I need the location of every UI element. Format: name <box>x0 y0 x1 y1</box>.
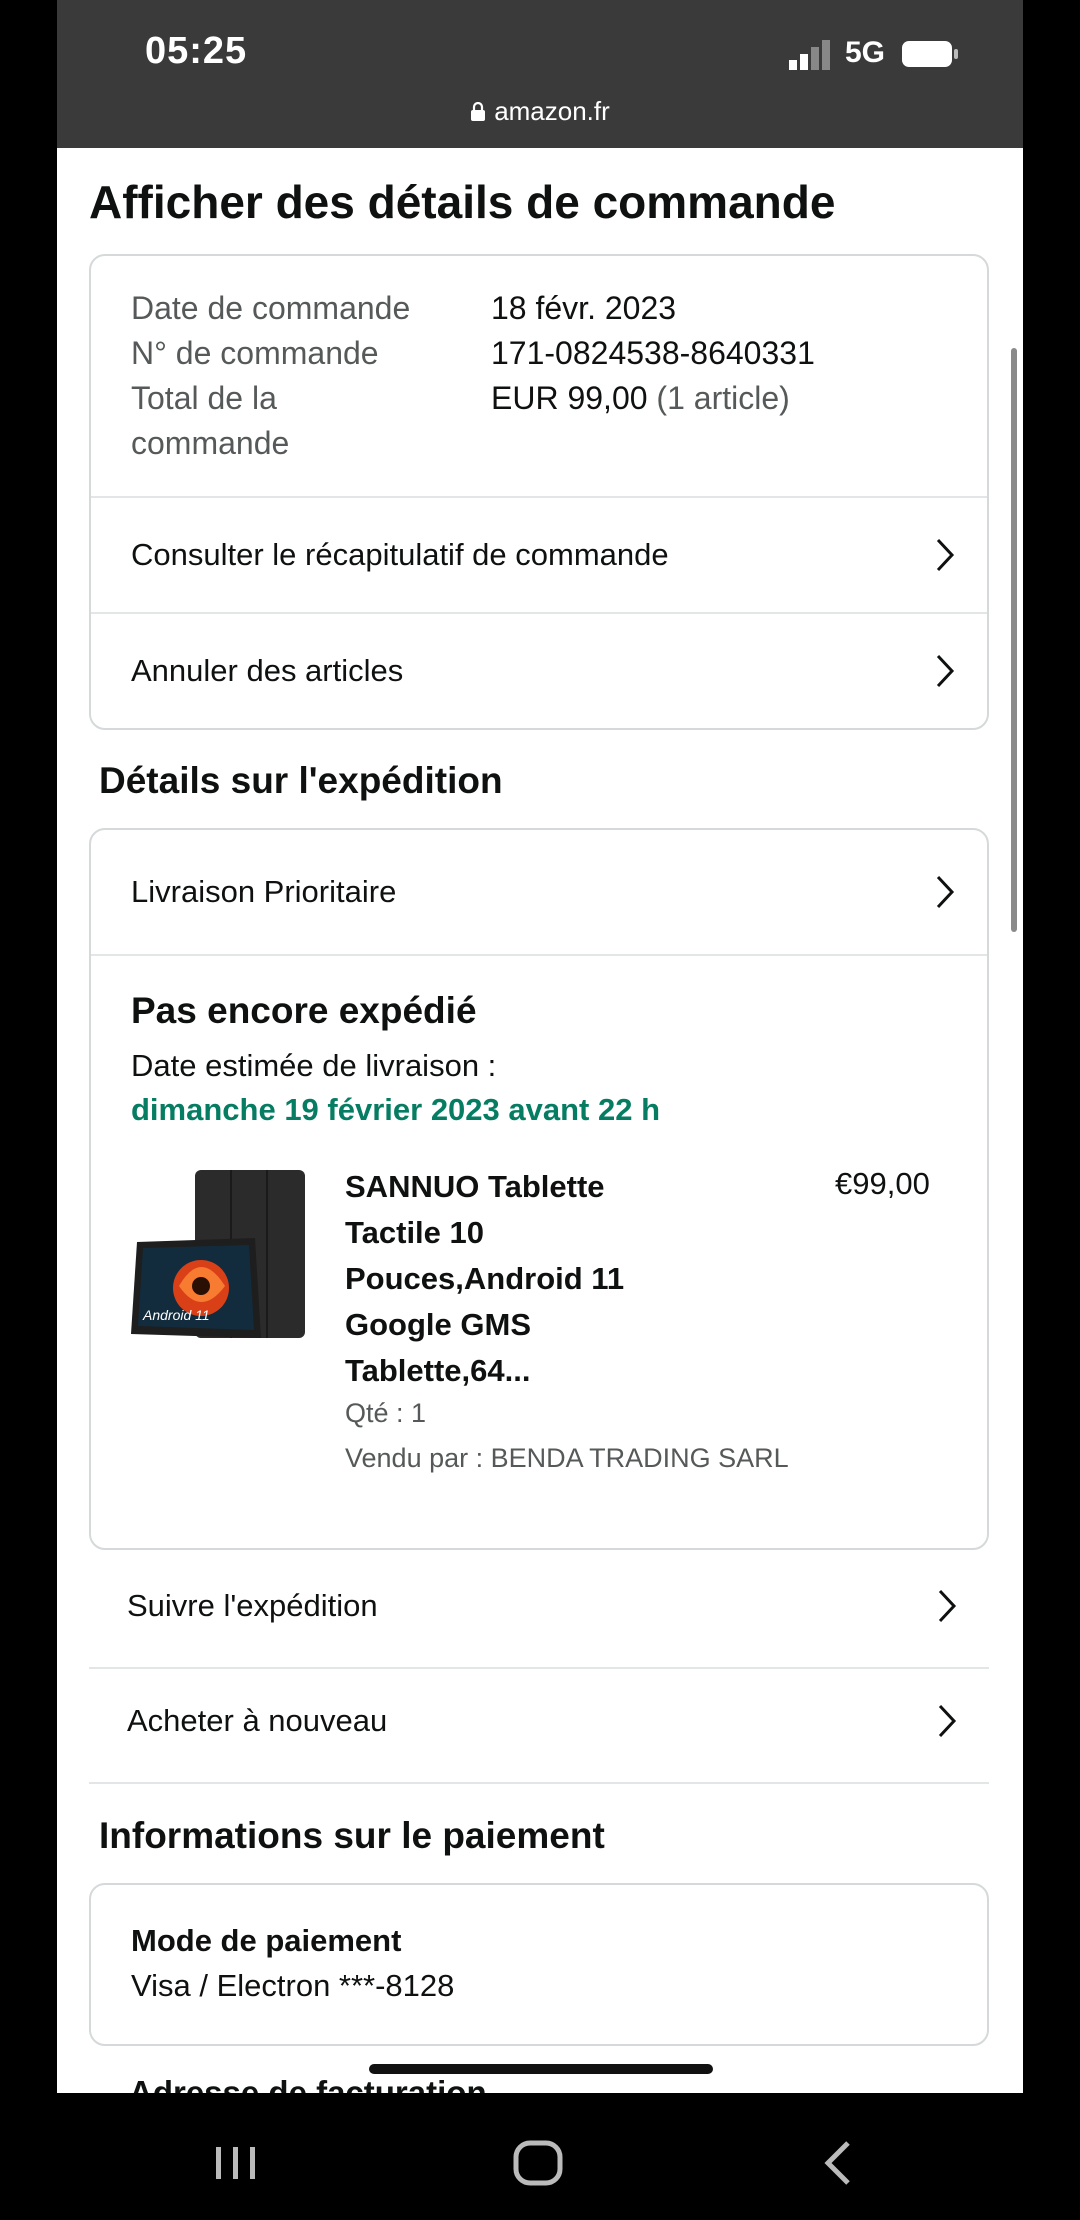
shipping-section-title: Détails sur l'expédition <box>99 760 503 801</box>
product-title-line: Google GMS <box>345 1307 531 1342</box>
recent-apps-icon[interactable] <box>206 2133 266 2193</box>
android-nav-bar <box>0 2093 1080 2220</box>
cancel-items-link[interactable]: Annuler des articles <box>91 614 987 728</box>
order-total-items: (1 article) <box>656 380 790 416</box>
view-order-summary-link[interactable]: Consulter le récapitulatif de commande <box>91 498 987 612</box>
product-image[interactable]: Android 11 <box>129 1168 309 1343</box>
order-total-amount: EUR 99,00 <box>491 380 648 416</box>
payment-card: Mode de paiement Visa / Electron ***-812… <box>89 1883 989 2046</box>
product-quantity: Qté : 1 <box>345 1398 427 1428</box>
order-summary-card: Date de commande 18 févr. 2023 N° de com… <box>89 254 989 730</box>
address-bar[interactable]: amazon.fr <box>57 96 1023 127</box>
divider <box>89 1782 989 1784</box>
payment-method-label: Mode de paiement <box>131 1923 402 1958</box>
home-indicator[interactable] <box>369 2064 713 2074</box>
buy-again-link[interactable]: Acheter à nouveau <box>89 1664 989 1778</box>
track-shipment-link[interactable]: Suivre l'expédition <box>89 1549 989 1663</box>
network-type: 5G <box>845 36 886 69</box>
divider <box>91 954 987 956</box>
order-number-value: 171-0824538-8640331 <box>491 335 815 371</box>
url-text: amazon.fr <box>494 96 610 126</box>
view-order-summary-label: Consulter le récapitulatif de commande <box>131 537 669 572</box>
track-shipment-label: Suivre l'expédition <box>127 1588 378 1623</box>
chevron-right-icon <box>938 1704 957 1738</box>
chevron-right-icon <box>938 1589 957 1623</box>
order-total-label-line2: commande <box>131 425 290 461</box>
product-title-link[interactable]: SANNUO Tablette Tactile 10 Pouces,Androi… <box>345 1164 665 1394</box>
product-image-caption: Android 11 <box>142 1307 210 1323</box>
product-seller: Vendu par : BENDA TRADING SARL <box>345 1443 789 1473</box>
phone-screen: 05:25 5G amazon.fr Afficher des détails … <box>57 0 1023 2093</box>
cancel-items-label: Annuler des articles <box>131 653 404 688</box>
chevron-right-icon <box>936 538 955 572</box>
lock-icon <box>471 102 486 121</box>
back-icon[interactable] <box>810 2133 870 2193</box>
signal-strength-icon <box>789 40 830 70</box>
billing-address-heading: Adresse de facturation <box>129 2074 487 2093</box>
order-date-value: 18 févr. 2023 <box>491 290 677 326</box>
chevron-right-icon <box>936 875 955 909</box>
delivery-estimate-label: Date estimée de livraison : <box>131 1048 497 1083</box>
order-number-label: N° de commande <box>131 335 379 371</box>
product-title-line: Pouces,Android 11 <box>345 1261 625 1296</box>
product-title-line: Tactile 10 <box>345 1215 485 1250</box>
delivery-estimate-date: dimanche 19 février 2023 avant 22 h <box>131 1092 661 1127</box>
buy-again-label: Acheter à nouveau <box>127 1703 388 1738</box>
chevron-right-icon <box>936 654 955 688</box>
clock: 05:25 <box>145 30 248 72</box>
product-price: €99,00 <box>835 1166 930 1201</box>
status-bar: 05:25 5G amazon.fr <box>57 0 1023 148</box>
order-total-label-line1: Total de la <box>131 380 277 416</box>
payment-section-title: Informations sur le paiement <box>99 1815 605 1856</box>
scrollbar[interactable] <box>1011 348 1017 932</box>
home-icon[interactable] <box>508 2133 568 2193</box>
order-date-label: Date de commande <box>131 290 411 326</box>
shipment-status: Pas encore expédié <box>131 990 477 1031</box>
battery-icon <box>902 41 958 67</box>
page-title: Afficher des détails de commande <box>89 176 836 228</box>
product-title-line: SANNUO Tablette <box>345 1169 605 1204</box>
order-total-value: EUR 99,00 (1 article) <box>491 376 790 421</box>
shipment-card: Livraison Prioritaire Pas encore expédié… <box>89 828 989 1550</box>
shipping-method-link[interactable]: Livraison Prioritaire <box>91 830 987 954</box>
product-title-line: Tablette,64... <box>345 1353 531 1388</box>
payment-method-value: Visa / Electron ***-8128 <box>131 1968 455 2003</box>
shipping-method-label: Livraison Prioritaire <box>131 874 397 909</box>
